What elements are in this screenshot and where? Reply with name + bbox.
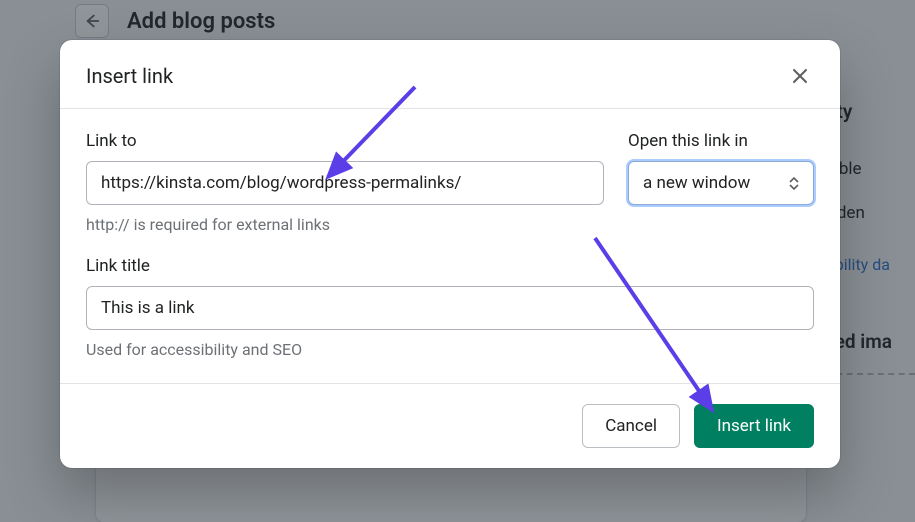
modal-title: Insert link [86, 64, 173, 88]
open-in-select[interactable]: a new window [628, 161, 814, 205]
link-to-help: http:// is required for external links [86, 215, 604, 234]
link-to-label: Link to [86, 131, 604, 151]
modal-close-button[interactable] [786, 62, 814, 90]
modal-header: Insert link [60, 40, 840, 109]
link-to-input[interactable] [86, 161, 604, 205]
cancel-button[interactable]: Cancel [582, 404, 680, 448]
link-title-input[interactable] [86, 286, 814, 330]
open-in-value: a new window [643, 173, 750, 193]
link-title-label: Link title [86, 256, 814, 276]
select-caret-icon [789, 177, 799, 190]
insert-link-button[interactable]: Insert link [694, 404, 814, 448]
link-to-field: Link to http:// is required for external… [86, 131, 604, 234]
open-in-label: Open this link in [628, 131, 814, 151]
link-title-help: Used for accessibility and SEO [86, 340, 814, 359]
modal-footer: Cancel Insert link [60, 383, 840, 468]
modal-body: Link to http:// is required for external… [60, 109, 840, 383]
insert-link-modal: Insert link Link to http:// is required … [60, 40, 840, 468]
link-title-field: Link title Used for accessibility and SE… [86, 256, 814, 359]
close-icon [790, 66, 810, 86]
open-in-field: Open this link in a new window [628, 131, 814, 205]
